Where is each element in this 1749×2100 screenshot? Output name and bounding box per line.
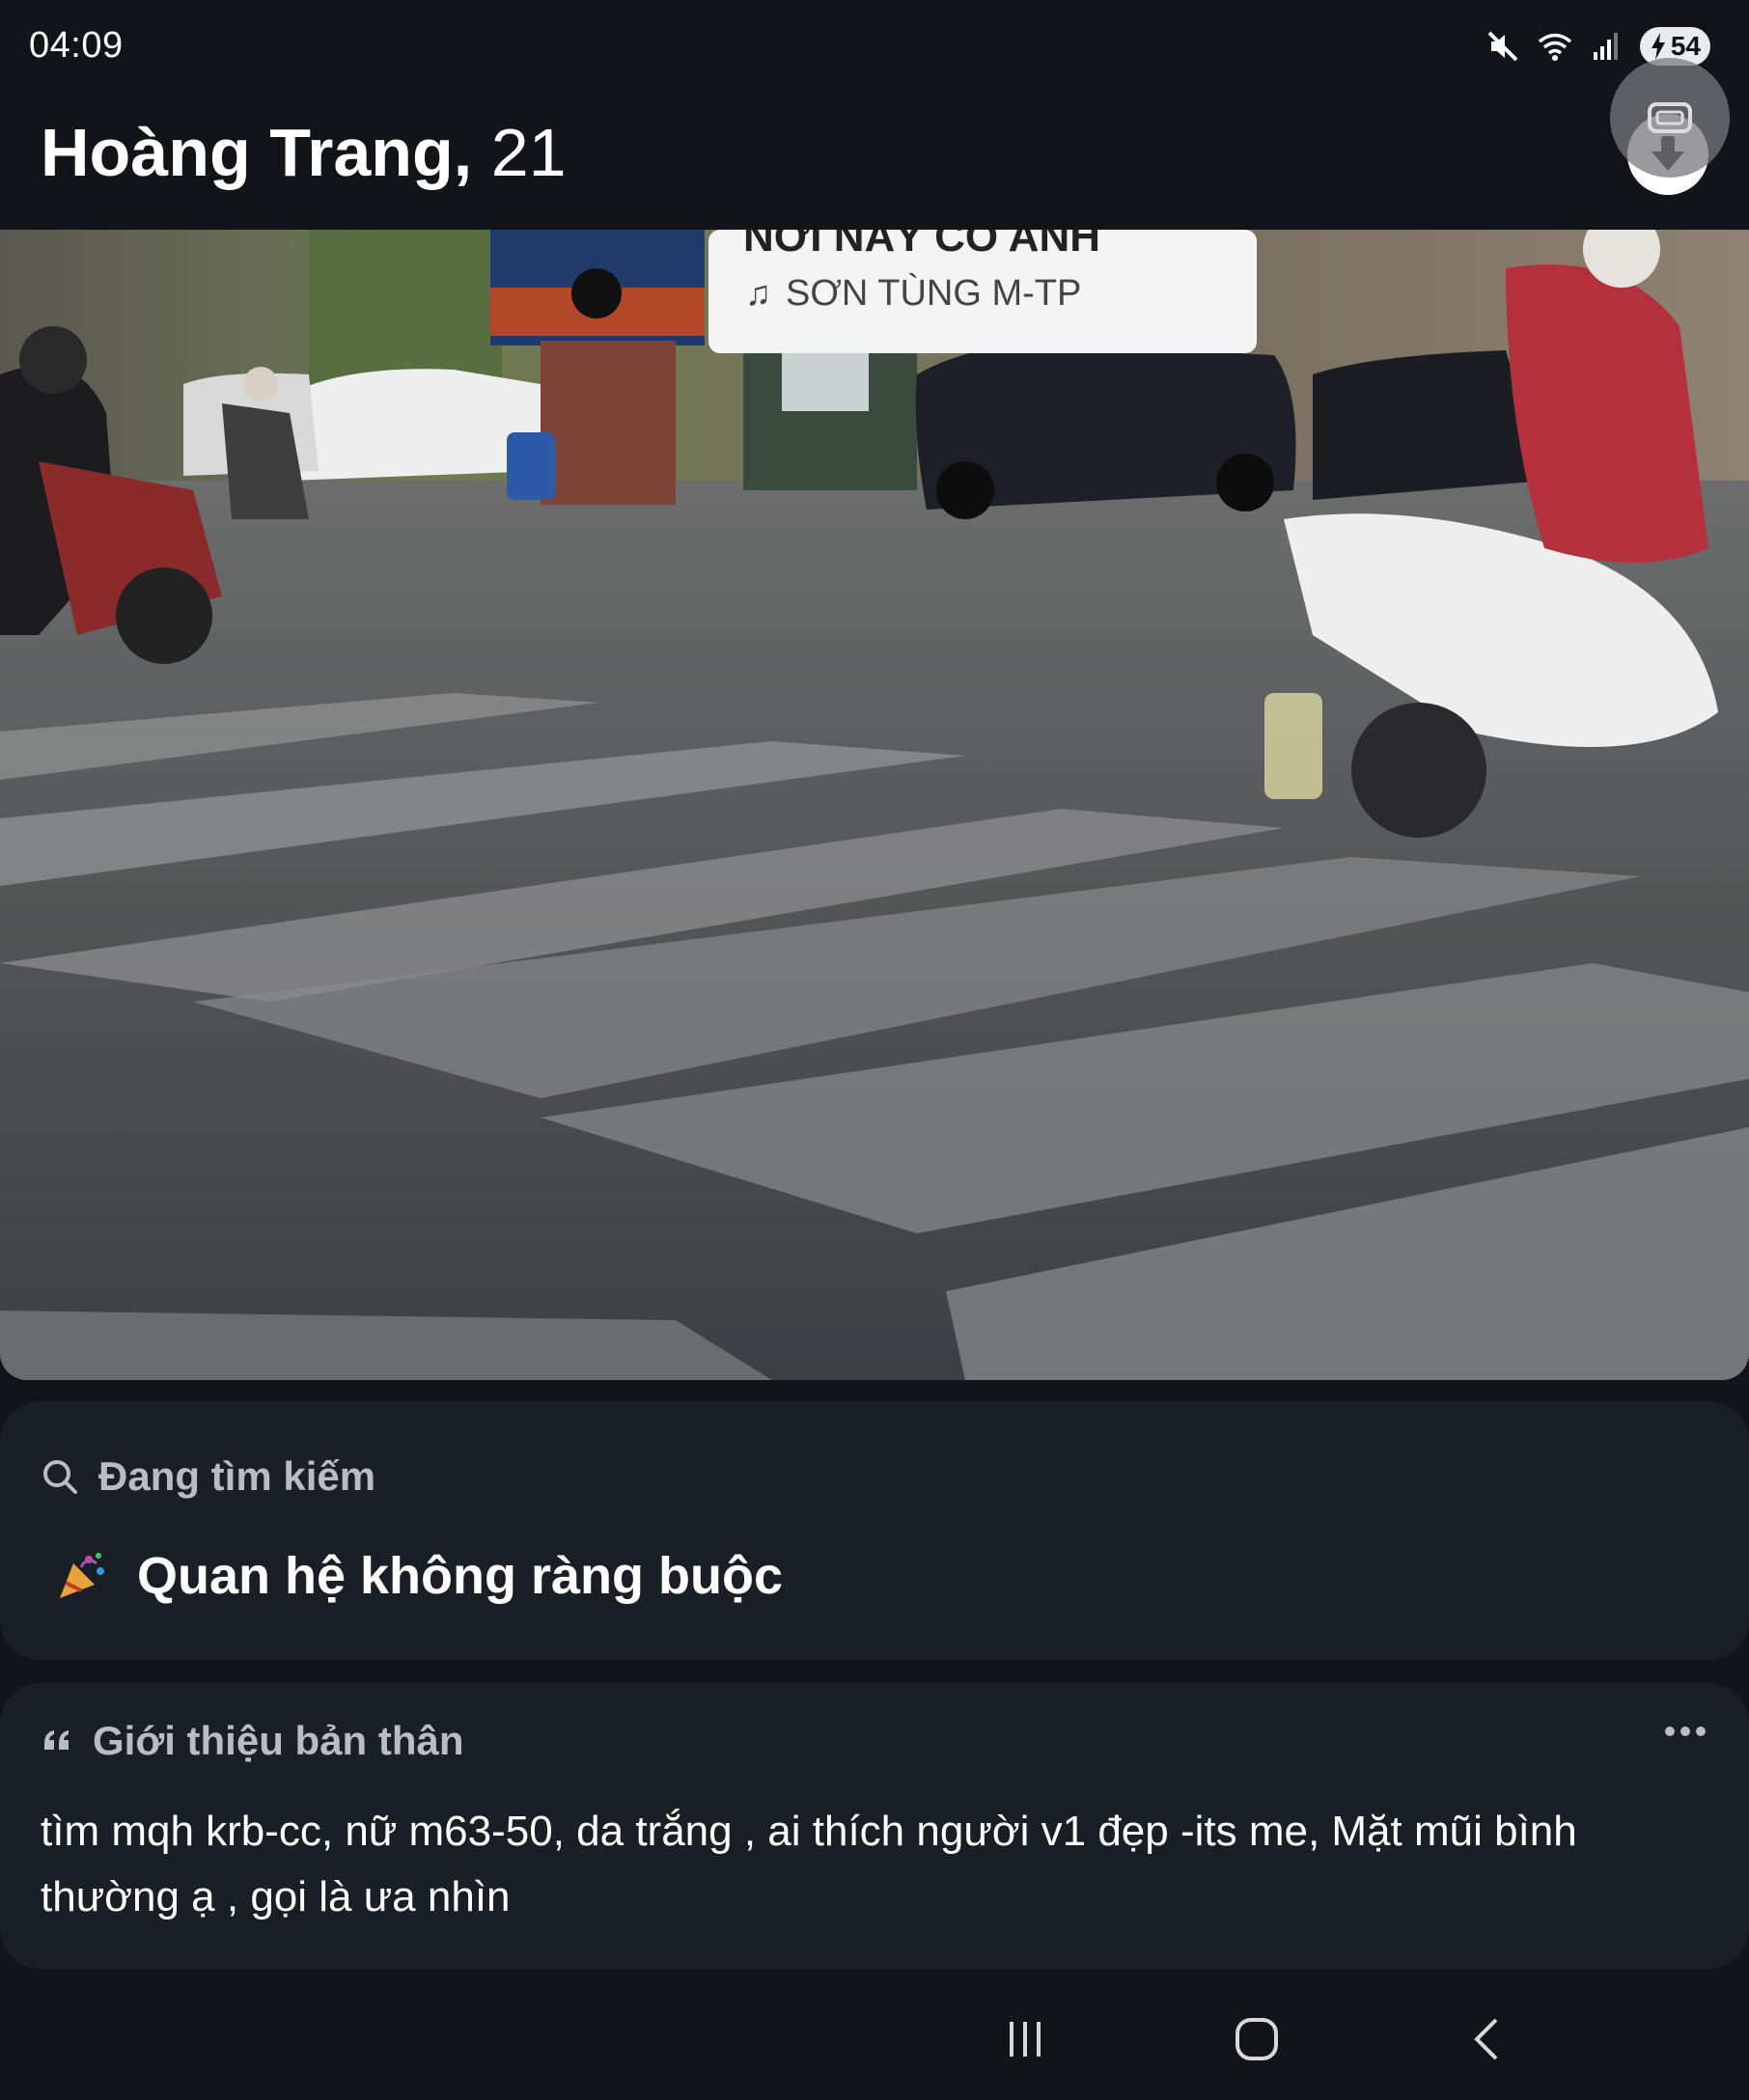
system-nav-bar bbox=[0, 1978, 1749, 2100]
profile-screen: 04:09 54 Hoàng Trang, 21 NƠI NÀY CÓ ANH … bbox=[0, 0, 1749, 2100]
signal-icon bbox=[1593, 33, 1618, 60]
about-card: Giới thiệu bản thân tìm mqh krb-cc, nữ m… bbox=[0, 1683, 1749, 1969]
more-dot bbox=[1680, 1727, 1690, 1736]
wifi-icon bbox=[1538, 33, 1571, 61]
about-label: Giới thiệu bản thân bbox=[93, 1718, 464, 1763]
profile-name: Hoàng Trang, bbox=[41, 115, 473, 190]
looking-for-text: Quan hệ không ràng buộc bbox=[137, 1547, 784, 1605]
home-icon bbox=[1235, 2018, 1278, 2060]
profile-photo[interactable]: NƠI NÀY CÓ ANH ♫ SƠN TÙNG M-TP bbox=[0, 230, 1749, 1380]
song-artist: SƠN TÙNG M-TP bbox=[786, 272, 1081, 314]
about-text: tìm mqh krb-cc, nữ m63-50, da trắng , ai… bbox=[41, 1808, 1577, 1920]
search-icon bbox=[43, 1460, 77, 1494]
window-icon bbox=[1648, 102, 1692, 133]
party-popper-icon bbox=[60, 1553, 104, 1598]
back-icon bbox=[1474, 2018, 1498, 2060]
looking-for-label: Đang tìm kiếm bbox=[98, 1453, 376, 1499]
quote-icon bbox=[44, 1730, 69, 1750]
status-bar: 04:09 54 bbox=[0, 0, 1749, 93]
profile-header: Hoàng Trang, 21 bbox=[0, 93, 1749, 230]
status-time: 04:09 bbox=[29, 25, 124, 66]
recent-apps-button[interactable] bbox=[986, 2007, 1064, 2071]
recent-apps-icon bbox=[1010, 2022, 1041, 2057]
more-dot bbox=[1696, 1727, 1706, 1736]
looking-for-title: Đang tìm kiếm bbox=[41, 1453, 375, 1500]
floating-window-bubble[interactable] bbox=[1610, 58, 1730, 178]
looking-for-card: Đang tìm kiếm Quan hệ không ràng buộc bbox=[0, 1401, 1749, 1660]
battery-level: 54 bbox=[1670, 31, 1701, 61]
profile-age: 21 bbox=[490, 115, 567, 190]
about-title: Giới thiệu bản thân bbox=[41, 1718, 464, 1764]
profile-title: Hoàng Trang, 21 bbox=[41, 114, 567, 191]
battery-charging-icon bbox=[1651, 33, 1665, 60]
song-note-glyph: ♫ bbox=[745, 273, 771, 313]
more-options-button[interactable] bbox=[1656, 1712, 1714, 1751]
mute-icon bbox=[1487, 31, 1518, 62]
street-photo: NƠI NÀY CÓ ANH ♫ SƠN TÙNG M-TP bbox=[0, 230, 1749, 1380]
svg-text:NƠI NÀY CÓ ANH: NƠI NÀY CÓ ANH bbox=[743, 230, 1100, 261]
looking-for-value: Quan hệ không ràng buộc bbox=[56, 1546, 783, 1606]
more-dot bbox=[1665, 1727, 1675, 1736]
back-button[interactable] bbox=[1450, 2007, 1527, 2071]
home-button[interactable] bbox=[1218, 2007, 1295, 2071]
